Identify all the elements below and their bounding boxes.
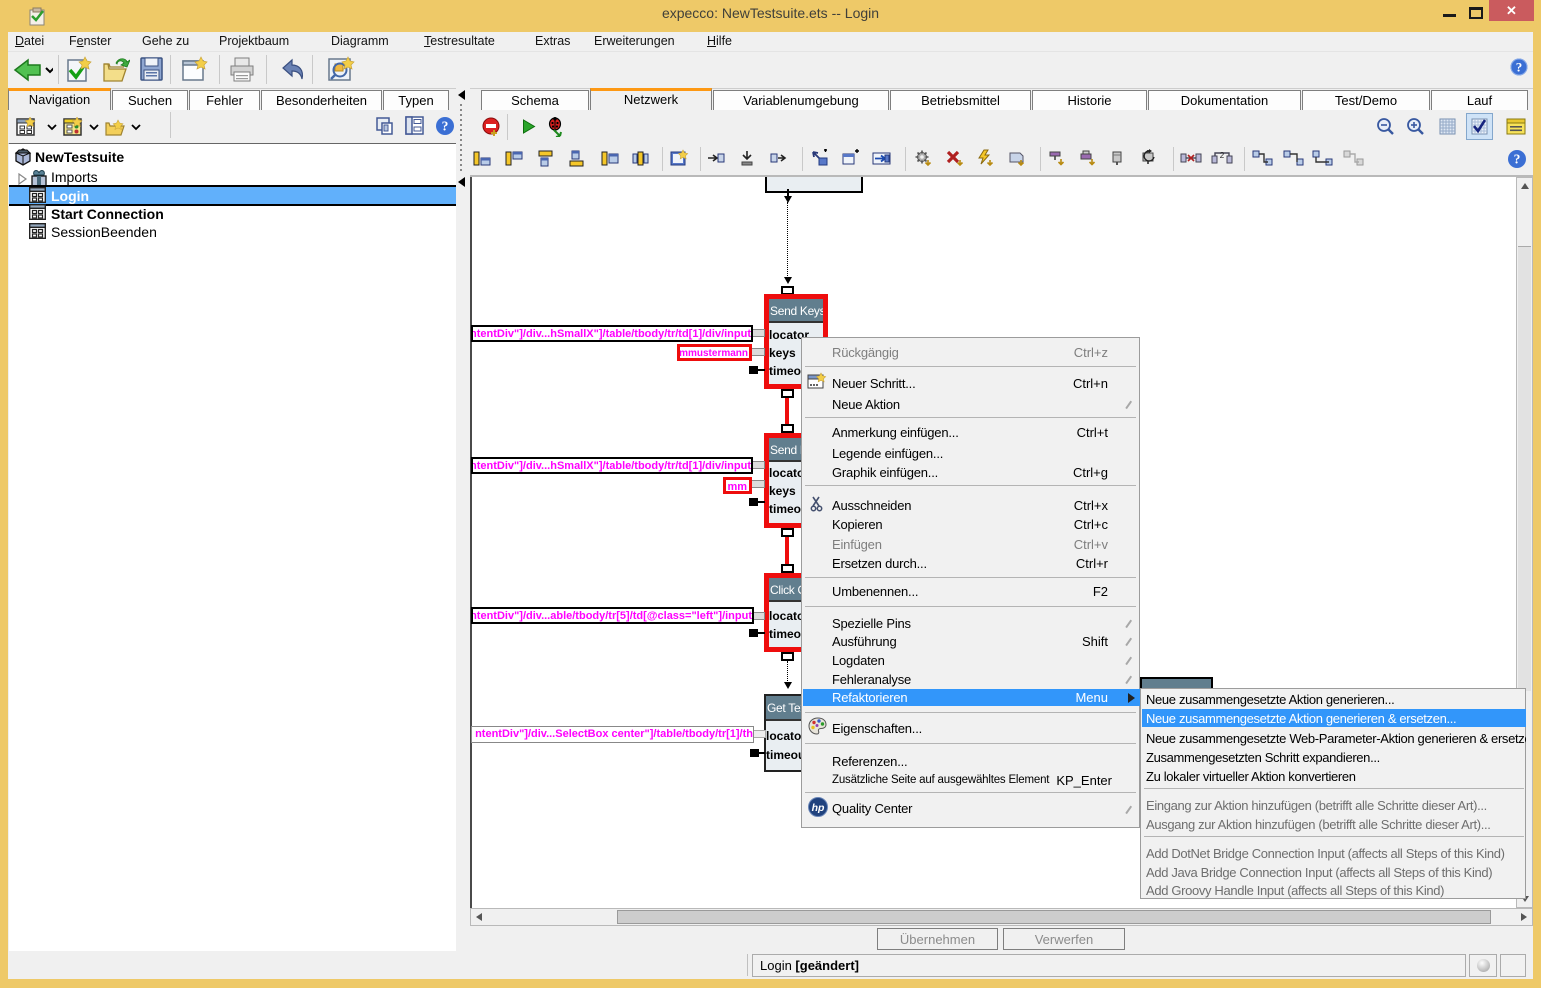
svg-text:2: 2 — [1220, 151, 1225, 160]
svg-text:?: ? — [442, 119, 449, 134]
svg-text:?: ? — [1516, 60, 1523, 75]
svg-text:?: ? — [1514, 152, 1521, 167]
svg-text:hp: hp — [812, 802, 825, 814]
